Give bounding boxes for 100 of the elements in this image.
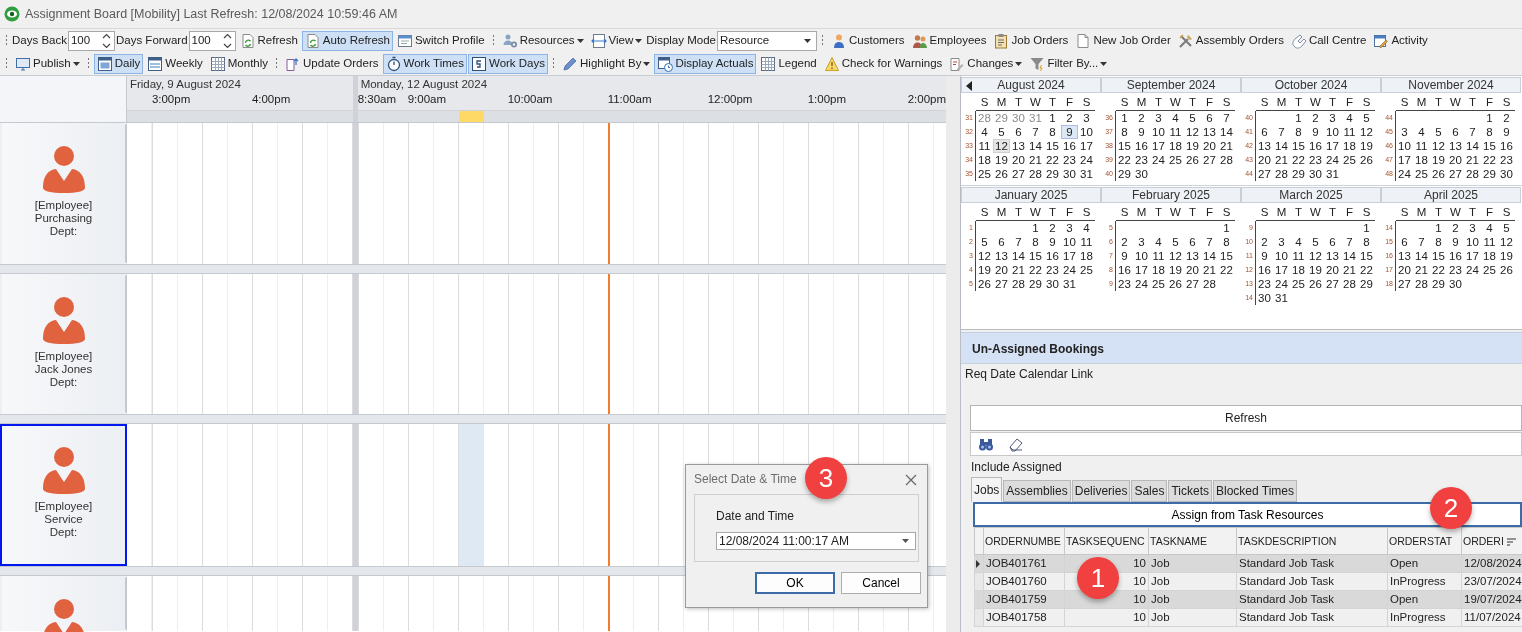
calendar-day[interactable]: 31	[1078, 167, 1095, 181]
calendar-day[interactable]: 8	[1044, 125, 1061, 139]
calendar-day[interactable]: 2	[1307, 111, 1324, 125]
calendar-day[interactable]: 4	[1481, 221, 1498, 235]
calendar-day[interactable]: 22	[1358, 263, 1375, 277]
calendar-day[interactable]: 26	[1358, 153, 1375, 167]
calendar-day[interactable]: 14	[1413, 249, 1430, 263]
calendar-day[interactable]: 19	[1430, 153, 1447, 167]
calendar-day[interactable]: 7	[1027, 125, 1044, 139]
calendar-day[interactable]: 24	[1150, 153, 1167, 167]
calendar-day[interactable]: 20	[993, 263, 1010, 277]
calendar-day[interactable]: 24	[1273, 277, 1290, 291]
calendar-day[interactable]: 28	[1027, 167, 1044, 181]
tab[interactable]: Jobs	[971, 477, 1003, 503]
dialog-button[interactable]: OK	[755, 572, 835, 594]
calendar-day[interactable]: 12	[1358, 125, 1375, 139]
calendar-day[interactable]: 25	[1167, 153, 1184, 167]
toolbar-button[interactable]: Work Days	[468, 53, 549, 74]
calendar-day[interactable]: 5	[1167, 235, 1184, 249]
calendar-day[interactable]: 15	[1290, 139, 1307, 153]
calendar-day[interactable]: 7	[1273, 125, 1290, 139]
calendar-day[interactable]: 2	[1256, 235, 1273, 249]
calendar-day[interactable]: 3	[1061, 221, 1078, 235]
calendar-day[interactable]: 27	[993, 277, 1010, 291]
dialog-button[interactable]: Cancel	[841, 572, 921, 594]
calendar-day[interactable]: 24	[1133, 277, 1150, 291]
calendar-day[interactable]: 13	[1256, 139, 1273, 153]
calendar-day[interactable]: 19	[1307, 263, 1324, 277]
toolbar-button[interactable]: Legend	[757, 53, 820, 74]
calendar-day[interactable]: 20	[1256, 153, 1273, 167]
calendar-day[interactable]: 20	[1396, 263, 1413, 277]
number-spin-field[interactable]: 100	[188, 30, 236, 51]
calendar-day[interactable]: 16	[1307, 139, 1324, 153]
toolbar-button[interactable]: New Job Order	[1072, 30, 1174, 51]
calendar-day[interactable]: 28	[1218, 153, 1235, 167]
calendar-day[interactable]: 25	[1290, 277, 1307, 291]
calendar-day[interactable]: 7	[1201, 235, 1218, 249]
calendar-day[interactable]: 21	[1464, 153, 1481, 167]
calendar-day[interactable]: 1	[1358, 221, 1375, 235]
toolbar-button[interactable]: Customers	[828, 30, 908, 51]
calendar-day[interactable]: 17	[1133, 263, 1150, 277]
calendar-day[interactable]: 21	[1273, 153, 1290, 167]
calendar-day[interactable]: 3	[1078, 111, 1095, 125]
calendar-day[interactable]: 9	[1307, 125, 1324, 139]
toolbar-button[interactable]: Call Centre	[1287, 30, 1370, 51]
calendar-day[interactable]: 26	[976, 277, 993, 291]
calendar-day[interactable]: 4	[1341, 111, 1358, 125]
calendar-day[interactable]: 29	[1481, 167, 1498, 181]
calendar-day[interactable]: 23	[1044, 263, 1061, 277]
calendar-day[interactable]: 11	[1481, 235, 1498, 249]
calendar-day[interactable]: 12	[993, 139, 1010, 153]
calendar-day[interactable]: 11	[1341, 125, 1358, 139]
calendar-day[interactable]: 6	[1324, 235, 1341, 249]
calendar-day[interactable]: 27	[1201, 153, 1218, 167]
calendar-day[interactable]: 13	[993, 249, 1010, 263]
calendar-day[interactable]: 14	[1341, 249, 1358, 263]
calendar-day[interactable]: 15	[1430, 249, 1447, 263]
calendar-day[interactable]: 6	[1201, 111, 1218, 125]
calendar-day[interactable]: 26	[1498, 263, 1515, 277]
calendar-day[interactable]: 6	[1396, 235, 1413, 249]
calendar-day[interactable]: 1	[1290, 111, 1307, 125]
calendar-day[interactable]: 26	[1184, 153, 1201, 167]
calendar-day[interactable]: 27	[1256, 167, 1273, 181]
calendar-day[interactable]: 11	[1167, 125, 1184, 139]
calendar-day[interactable]: 6	[1256, 125, 1273, 139]
calendar-day[interactable]: 15	[1218, 249, 1235, 263]
calendar-day[interactable]: 17	[1464, 249, 1481, 263]
calendar-day[interactable]: 9	[1061, 125, 1078, 139]
calendar-day[interactable]: 24	[1396, 167, 1413, 181]
calendar-day[interactable]: 29	[1430, 277, 1447, 291]
calendar-day[interactable]: 8	[1290, 125, 1307, 139]
calendar-day[interactable]: 5	[1307, 235, 1324, 249]
calendar-day[interactable]: 18	[1290, 263, 1307, 277]
calendar-day[interactable]: 17	[1061, 249, 1078, 263]
calendar-day[interactable]: 12	[1167, 249, 1184, 263]
number-spin-field[interactable]: 100	[67, 30, 115, 51]
calendar-day[interactable]: 18	[1481, 249, 1498, 263]
toolbar-button[interactable]: Check for Warnings	[820, 53, 946, 74]
calendar-day[interactable]: 3	[1150, 111, 1167, 125]
calendar-day[interactable]: 3	[1324, 111, 1341, 125]
display-mode-dropdown[interactable]: Resource	[717, 30, 817, 51]
calendar-day[interactable]: 28	[1464, 167, 1481, 181]
calendar-day[interactable]: 18	[1078, 249, 1095, 263]
date-time-field[interactable]: 12/08/2024 11:00:17 AM	[716, 532, 916, 551]
calendar-day[interactable]: 6	[1010, 125, 1027, 139]
calendar-day[interactable]: 7	[1464, 125, 1481, 139]
calendar-day[interactable]: 25	[976, 167, 993, 181]
calendar-day[interactable]: 25	[1413, 167, 1430, 181]
calendar-day[interactable]: 23	[1447, 263, 1464, 277]
calendar-day[interactable]: 2	[1498, 111, 1515, 125]
calendar-day[interactable]: 5	[993, 125, 1010, 139]
calendar-day[interactable]: 17	[1078, 139, 1095, 153]
table-row[interactable]: JOB401759 10 Job Standard Job Task Open 19/07/2024	[974, 590, 1522, 609]
calendar-day[interactable]: 18	[976, 153, 993, 167]
calendar-day[interactable]: 8	[1358, 235, 1375, 249]
calendar-day[interactable]: 28	[1413, 277, 1430, 291]
calendar-day[interactable]: 9	[1116, 249, 1133, 263]
calendar-day[interactable]: 22	[1044, 153, 1061, 167]
calendar-day[interactable]: 19	[993, 153, 1010, 167]
calendar-day[interactable]: 20	[1201, 139, 1218, 153]
